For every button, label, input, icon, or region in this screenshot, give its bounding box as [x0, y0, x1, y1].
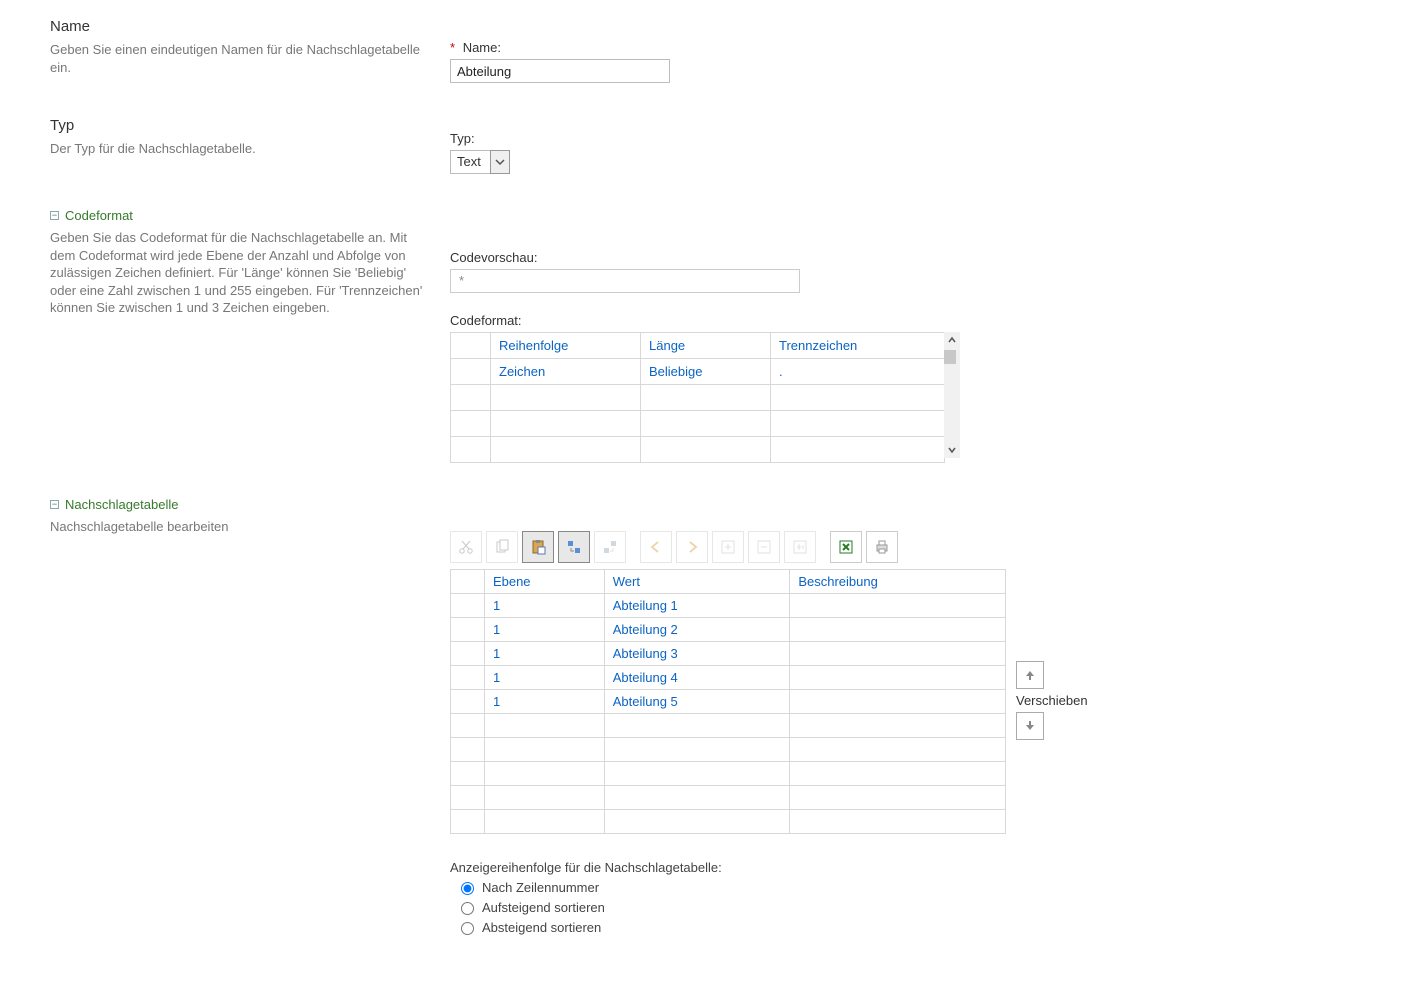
codeformat-desc: Geben Sie das Codeformat für die Nachsch… — [50, 229, 426, 317]
name-desc: Geben Sie einen eindeutigen Namen für di… — [50, 41, 426, 76]
table-row: 1Abteilung 2 — [451, 618, 1006, 642]
sort-opt-desc[interactable]: Absteigend sortieren — [456, 919, 1362, 935]
table-row: Zeichen Beliebige . — [451, 359, 945, 385]
move-down-button[interactable] — [1016, 712, 1044, 740]
type-select-value[interactable]: Text — [450, 150, 490, 174]
remove-button[interactable] — [748, 531, 780, 563]
preview-label: Codevorschau: — [450, 250, 1362, 265]
table-row — [451, 411, 945, 437]
radio-desc[interactable] — [461, 922, 474, 935]
col-level[interactable]: Ebene — [484, 570, 604, 594]
sort-opt-asc[interactable]: Aufsteigend sortieren — [456, 899, 1362, 915]
sort-label: Anzeigereihenfolge für die Nachschlageta… — [450, 860, 1362, 875]
col-desc[interactable]: Beschreibung — [790, 570, 1006, 594]
table-row — [451, 385, 945, 411]
col-value[interactable]: Wert — [604, 570, 790, 594]
radio-asc[interactable] — [461, 902, 474, 915]
lookup-toolbar — [450, 531, 1362, 563]
table-row — [451, 738, 1006, 762]
move-label: Verschieben — [1016, 693, 1088, 708]
codeformat-grid[interactable]: Reihenfolge Länge Trennzeichen Zeichen B… — [450, 332, 945, 463]
cell-len[interactable]: Beliebige — [641, 359, 771, 385]
type-desc: Der Typ für die Nachschlagetabelle. — [50, 140, 426, 158]
table-row — [451, 437, 945, 463]
minus-icon: − — [50, 500, 59, 509]
print-button[interactable] — [866, 531, 898, 563]
codeformat-title: Codeformat — [65, 208, 133, 223]
codeformat-grid-label: Codeformat: — [450, 313, 1362, 328]
outdent-button[interactable] — [594, 531, 626, 563]
minus-icon: − — [50, 211, 59, 220]
table-row: 1Abteilung 3 — [451, 642, 1006, 666]
table-row: 1Abteilung 5 — [451, 690, 1006, 714]
col-marker — [451, 333, 491, 359]
name-field-label: Name: — [463, 40, 501, 55]
indent-button[interactable] — [558, 531, 590, 563]
col-sep[interactable]: Trennzeichen — [771, 333, 945, 359]
add-special-button[interactable] — [784, 531, 816, 563]
name-title: Name — [50, 18, 426, 35]
cell-sep[interactable]: . — [771, 359, 945, 385]
codeformat-expander[interactable]: − Codeformat — [50, 208, 426, 223]
scroll-thumb[interactable] — [944, 350, 956, 364]
table-row — [451, 714, 1006, 738]
cut-button[interactable] — [450, 531, 482, 563]
table-row — [451, 786, 1006, 810]
type-select-button[interactable] — [490, 150, 510, 174]
move-up-button[interactable] — [1016, 661, 1044, 689]
table-row: 1Abteilung 4 — [451, 666, 1006, 690]
cell-seq[interactable]: Zeichen — [491, 359, 641, 385]
type-field-label: Typ: — [450, 131, 1362, 146]
col-marker — [451, 570, 485, 594]
lookup-grid[interactable]: Ebene Wert Beschreibung 1Abteilung 1 1Ab… — [450, 569, 1006, 834]
required-star: * — [450, 40, 455, 55]
copy-button[interactable] — [486, 531, 518, 563]
code-preview: * — [450, 269, 800, 293]
paste-button[interactable] — [522, 531, 554, 563]
next-button[interactable] — [676, 531, 708, 563]
scroll-down-icon[interactable] — [944, 442, 960, 458]
scroll-up-icon[interactable] — [944, 332, 960, 348]
col-len[interactable]: Länge — [641, 333, 771, 359]
table-row — [451, 810, 1006, 834]
col-seq[interactable]: Reihenfolge — [491, 333, 641, 359]
export-excel-button[interactable] — [830, 531, 862, 563]
lookup-title: Nachschlagetabelle — [65, 497, 178, 512]
sort-opt-rownum[interactable]: Nach Zeilennummer — [456, 879, 1362, 895]
grid-scrollbar[interactable] — [944, 332, 960, 458]
name-input[interactable] — [450, 59, 670, 83]
lookup-desc: Nachschlagetabelle bearbeiten — [50, 518, 426, 536]
table-row — [451, 762, 1006, 786]
table-row: 1Abteilung 1 — [451, 594, 1006, 618]
radio-rownum[interactable] — [461, 882, 474, 895]
add-button[interactable] — [712, 531, 744, 563]
prev-button[interactable] — [640, 531, 672, 563]
lookup-expander[interactable]: − Nachschlagetabelle — [50, 497, 426, 512]
type-title: Typ — [50, 117, 426, 134]
